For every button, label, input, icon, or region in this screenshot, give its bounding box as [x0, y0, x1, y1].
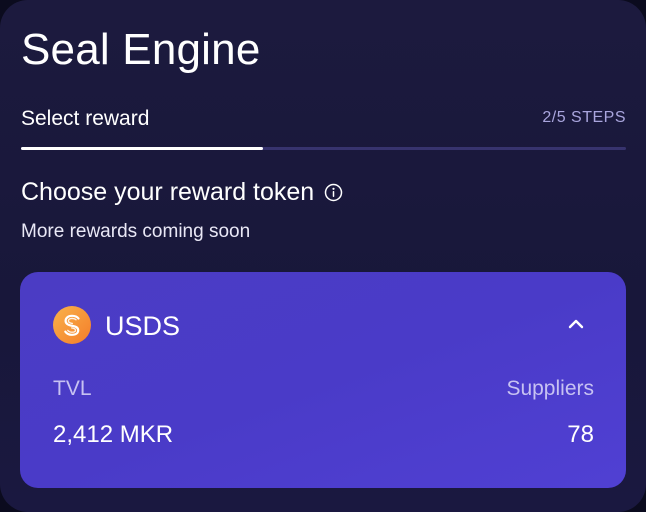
step-progress-bar — [21, 147, 626, 150]
section-subheading: More rewards coming soon — [21, 221, 251, 242]
seal-engine-card: Seal Engine Select reward 2/5 STEPS Choo… — [0, 0, 646, 512]
suppliers-value: 78 — [567, 421, 594, 448]
tvl-value: 2,412 MKR — [53, 421, 174, 448]
section-heading: Choose your reward token — [21, 176, 343, 208]
usds-coin-icon — [53, 306, 91, 344]
info-icon[interactable] — [324, 183, 343, 202]
page-title: Seal Engine — [21, 25, 261, 74]
step-progress-fill — [21, 147, 263, 150]
step-counter: 2/5 STEPS — [542, 109, 626, 126]
suppliers-label: Suppliers — [506, 377, 594, 400]
step-label: Select reward — [21, 107, 150, 130]
section-heading-text: Choose your reward token — [21, 178, 315, 206]
reward-token-card[interactable]: USDS TVL Suppliers 2,412 MKR 78 — [20, 272, 626, 488]
chevron-up-icon[interactable] — [566, 314, 586, 334]
tvl-label: TVL — [53, 377, 92, 400]
token-name: USDS — [105, 311, 181, 341]
